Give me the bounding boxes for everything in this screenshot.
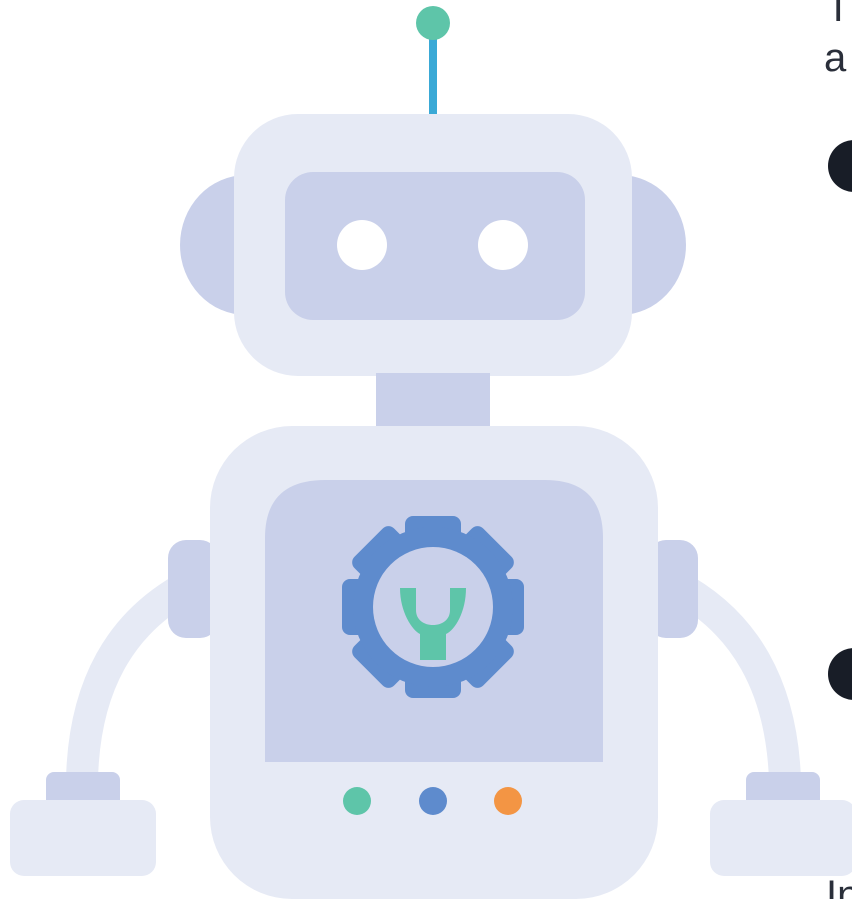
- indicator-dot-orange: [494, 787, 522, 815]
- left-eye: [337, 220, 387, 270]
- face-panel: [285, 172, 585, 320]
- right-hand: [710, 800, 852, 876]
- side-text-line-2: a: [824, 36, 847, 80]
- robot-illustration: [10, 6, 852, 899]
- side-text-line-3: In: [826, 873, 852, 899]
- antenna-ball: [416, 6, 450, 40]
- gear-icon: [342, 516, 524, 698]
- page: T a In: [0, 0, 852, 899]
- indicator-dot-green: [343, 787, 371, 815]
- indicator-dot-blue: [419, 787, 447, 815]
- left-hand: [10, 800, 156, 876]
- side-text-line-1: T: [826, 0, 851, 30]
- antenna-stem: [429, 30, 437, 120]
- robot-neck: [376, 373, 490, 433]
- right-eye: [478, 220, 528, 270]
